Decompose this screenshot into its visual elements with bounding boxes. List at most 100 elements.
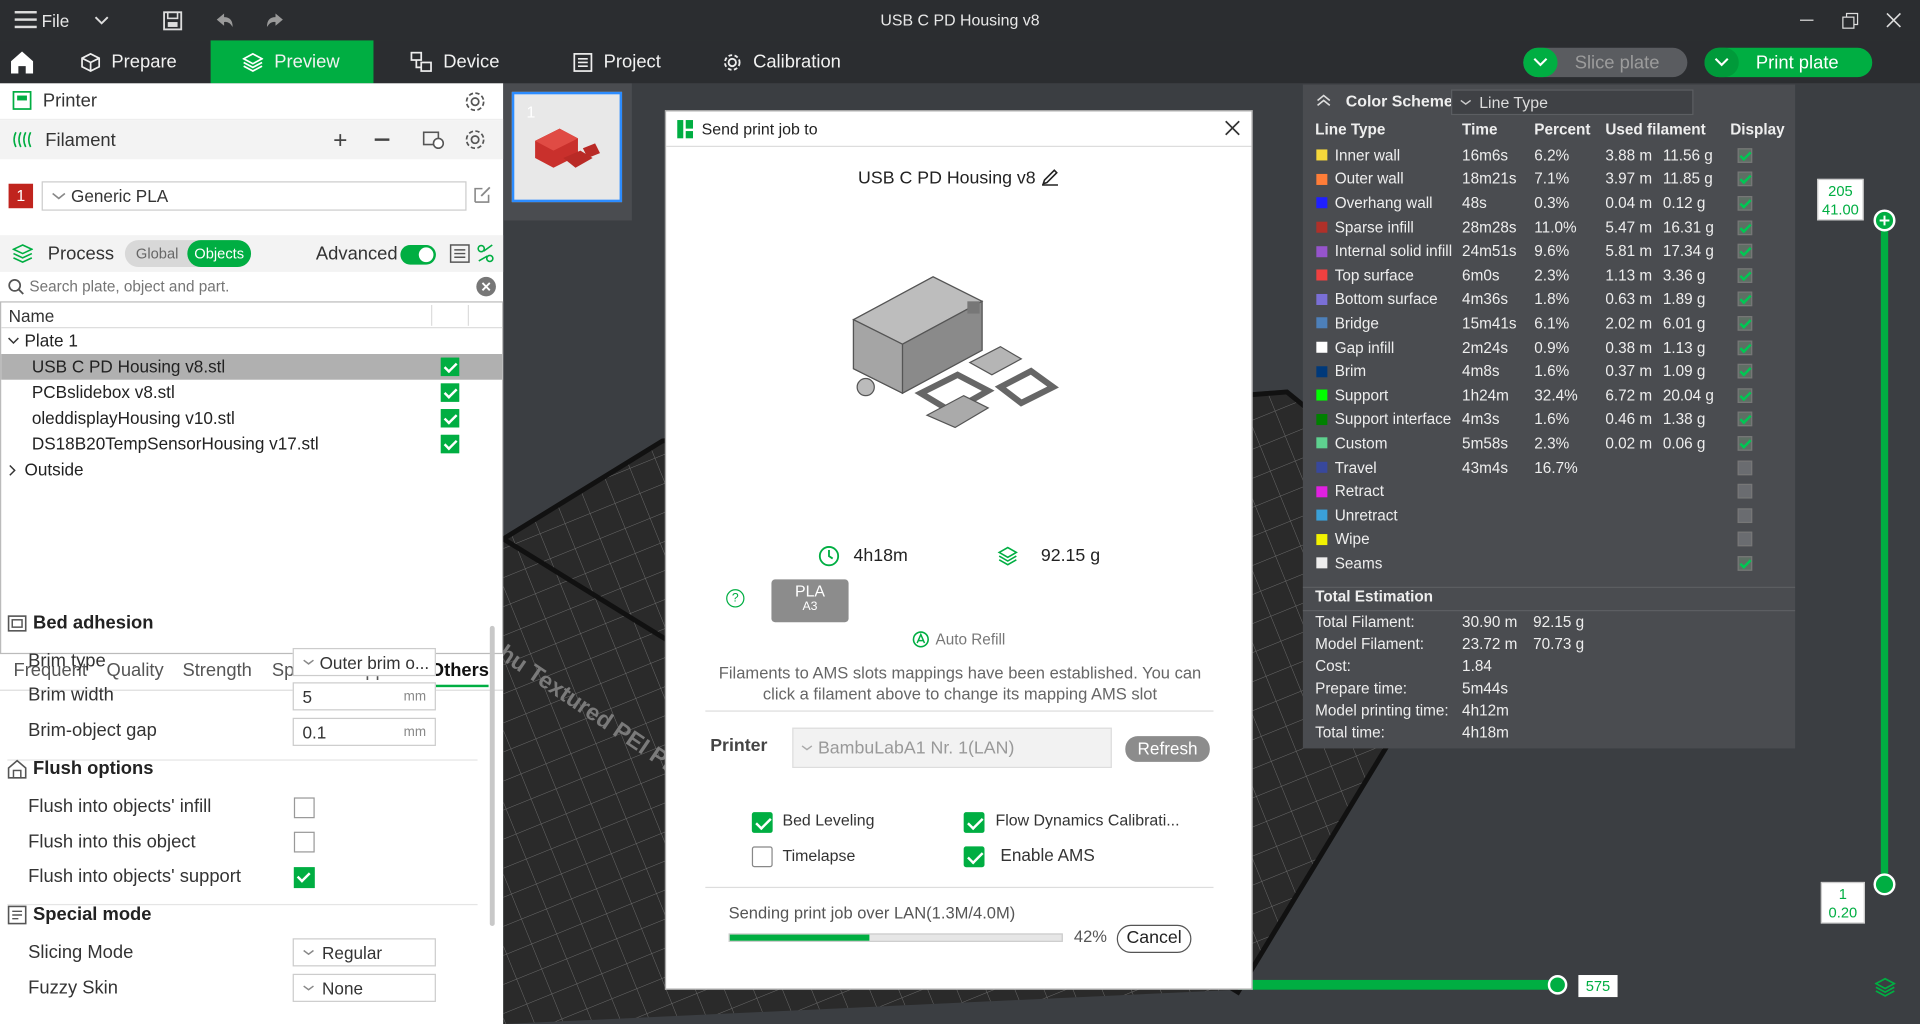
brim-type-dropdown[interactable]: Outer brim o... <box>292 647 436 677</box>
legend-display-checkbox[interactable] <box>1737 436 1753 451</box>
brim-width-input[interactable]: 5 mm <box>292 682 436 711</box>
legend-line-type: Brim <box>1334 362 1367 380</box>
filament-settings-icon[interactable] <box>464 129 486 157</box>
restore-icon[interactable] <box>1842 12 1859 35</box>
tab-prepare[interactable]: Prepare <box>69 40 211 83</box>
clear-search-icon[interactable] <box>476 276 496 297</box>
minimize-icon[interactable] <box>1800 19 1814 21</box>
legend-display-checkbox[interactable] <box>1737 292 1753 307</box>
brim-gap-input[interactable]: 0.1 mm <box>292 717 436 746</box>
flush-object-checkbox[interactable] <box>293 831 315 853</box>
legend-display-checkbox[interactable] <box>1737 171 1753 187</box>
legend-display-checkbox[interactable] <box>1737 484 1753 499</box>
print-plate-label: Print plate <box>1755 52 1839 73</box>
refresh-button[interactable]: Refresh <box>1125 736 1210 762</box>
printer-settings-icon[interactable] <box>464 91 486 119</box>
tab-preview[interactable]: Preview <box>210 40 374 84</box>
legend-display-checkbox[interactable] <box>1737 388 1753 403</box>
search-input[interactable] <box>29 274 471 299</box>
left-scrollbar[interactable] <box>489 625 495 927</box>
close-dialog-icon[interactable] <box>1225 120 1241 142</box>
legend-display-checkbox[interactable] <box>1737 508 1753 523</box>
chevron-down-icon[interactable] <box>7 337 19 346</box>
flush-support-checkbox[interactable] <box>293 867 315 889</box>
print-plate-button[interactable]: Print plate <box>1704 47 1873 78</box>
help-icon[interactable]: ? <box>726 589 745 608</box>
fuzzy-skin-dropdown[interactable]: None <box>292 973 436 1002</box>
object-visible-checkbox[interactable] <box>440 409 460 428</box>
filament-sync-icon[interactable] <box>422 130 445 156</box>
tree-object-row[interactable]: DS18B20TempSensorHousing v17.stl <box>1 431 502 457</box>
object-visible-checkbox[interactable] <box>440 357 460 377</box>
close-window-icon[interactable] <box>1886 12 1902 34</box>
filament-mapping-chip[interactable]: PLA A3 <box>771 579 849 623</box>
legend-display-checkbox[interactable] <box>1737 532 1753 547</box>
advanced-toggle[interactable] <box>400 244 436 265</box>
plate-thumbnail[interactable]: 1 <box>511 91 623 203</box>
timelapse-checkbox[interactable] <box>751 846 773 868</box>
tree-object-row[interactable]: oleddisplayHousing v10.stl <box>1 405 502 431</box>
tree-object-row[interactable]: USB C PD Housing v8.stl <box>1 353 503 380</box>
legend-display-checkbox[interactable] <box>1737 195 1753 211</box>
layers-toggle-icon[interactable] <box>1874 977 1897 1003</box>
chevron-right-icon[interactable] <box>9 464 18 476</box>
tab-calibration[interactable]: Calibration <box>710 40 869 83</box>
cancel-button[interactable]: Cancel <box>1116 924 1192 953</box>
legend-display-checkbox[interactable] <box>1737 268 1753 283</box>
global-option[interactable]: Global <box>136 245 178 262</box>
legend-display-checkbox[interactable] <box>1737 460 1753 475</box>
tree-outside-row[interactable]: Outside <box>1 457 502 483</box>
move-slider-track[interactable] <box>1237 979 1559 990</box>
object-visible-checkbox[interactable] <box>440 383 460 402</box>
legend-display-checkbox[interactable] <box>1737 364 1753 379</box>
bambu-logo-icon <box>677 120 694 144</box>
outside-label: Outside <box>24 459 84 479</box>
advanced-label: Advanced <box>315 243 398 265</box>
edit-filament-icon[interactable] <box>473 185 493 211</box>
collapse-icon[interactable] <box>1316 93 1331 110</box>
layer-slider-top-handle[interactable] <box>1873 209 1896 232</box>
filament-dropdown[interactable]: Generic PLA <box>41 181 467 211</box>
layer-slider-track[interactable] <box>1880 220 1889 886</box>
flow-dynamics-checkbox[interactable] <box>963 812 985 833</box>
total-value-1: 30.90 m <box>1462 613 1518 631</box>
legend-mass: 6.01 g <box>1662 314 1706 332</box>
printer-select-dropdown[interactable]: BambuLabA1 Nr. 1(LAN) <box>792 727 1112 769</box>
home-icon[interactable] <box>9 49 36 81</box>
edit-name-icon[interactable] <box>1041 168 1059 186</box>
special-mode-title: Special mode <box>7 904 151 925</box>
tree-plate-row[interactable]: Plate 1 <box>1 328 502 354</box>
move-slider-handle[interactable] <box>1547 975 1568 995</box>
legend-time: 15m41s <box>1462 314 1517 332</box>
object-name: USB C PD Housing v8.stl <box>31 356 226 377</box>
enable-ams-checkbox[interactable] <box>963 846 985 868</box>
legend-display-checkbox[interactable] <box>1737 316 1753 331</box>
slice-dropdown-icon[interactable] <box>1523 47 1558 78</box>
tab-device[interactable]: Device <box>396 40 543 83</box>
color-scheme-dropdown[interactable]: Line Type <box>1451 89 1694 116</box>
legend-row: Support 1h24m 32.4% 6.72 m 20.04 g <box>1303 383 1795 407</box>
legend-display-checkbox[interactable] <box>1737 412 1753 427</box>
tree-object-row[interactable]: PCBslidebox v8.stl <box>1 380 502 406</box>
legend-time: 16m6s <box>1462 146 1509 164</box>
legend-display-checkbox[interactable] <box>1737 340 1753 355</box>
bed-leveling-checkbox[interactable] <box>751 812 773 833</box>
compare-icon[interactable] <box>476 244 494 270</box>
legend-display-checkbox[interactable] <box>1737 243 1753 259</box>
tab-project[interactable]: Project <box>561 40 708 83</box>
objects-option[interactable]: Objects <box>187 240 252 268</box>
global-objects-toggle[interactable]: Global Objects <box>124 240 252 268</box>
object-name: oleddisplayHousing v10.stl <box>31 407 235 428</box>
flush-infill-checkbox[interactable] <box>293 797 315 819</box>
layer-slider-bottom-handle[interactable] <box>1873 873 1896 896</box>
remove-filament-icon[interactable] <box>374 138 390 141</box>
add-filament-icon[interactable]: + <box>333 127 347 155</box>
print-dropdown-icon[interactable] <box>1704 47 1739 78</box>
legend-display-checkbox[interactable] <box>1737 147 1753 163</box>
list-view-icon[interactable] <box>449 244 470 270</box>
legend-display-checkbox[interactable] <box>1737 219 1753 235</box>
slice-plate-button[interactable]: Slice plate <box>1523 47 1688 78</box>
slicing-mode-dropdown[interactable]: Regular <box>292 938 436 967</box>
object-visible-checkbox[interactable] <box>440 434 460 454</box>
legend-display-checkbox[interactable] <box>1737 556 1753 571</box>
